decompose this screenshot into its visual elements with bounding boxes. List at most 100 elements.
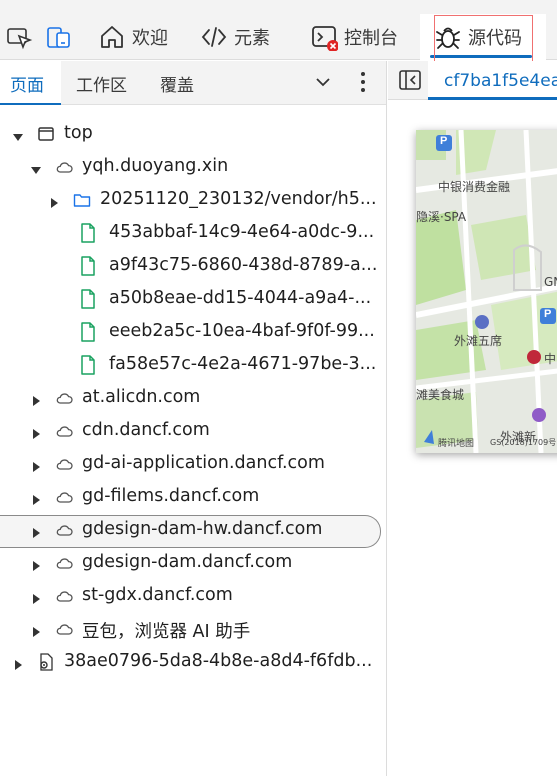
file-tree: top yqh.duoyang.xin 20251120_230132/vendor…	[0, 118, 386, 679]
folder-icon	[72, 190, 92, 210]
subtab-overrides[interactable]: 覆盖	[160, 61, 194, 105]
tree-item[interactable]: cdn.dancf.com	[0, 415, 386, 448]
tree-item-label: eeeb2a5c-10ea-4baf-9f0f-99...	[109, 321, 375, 341]
map-label: 中	[544, 352, 557, 366]
more-options-icon[interactable]	[353, 69, 373, 95]
expand-arrow-right-icon[interactable]	[30, 623, 42, 637]
tree-item[interactable]: 38ae0796-5da8-4b8e-a8d4-f6fdb...	[0, 646, 386, 679]
tree-item-label: gd-ai-application.dancf.com	[82, 453, 325, 473]
cloud-icon	[54, 520, 74, 540]
subtab-page-label: 页面	[10, 75, 44, 96]
cloud-icon	[54, 157, 74, 177]
tab-console[interactable]: 控制台	[310, 14, 398, 60]
tab-sources[interactable]: 源代码	[420, 14, 546, 60]
editor-tabs: cf7ba1f5e4ea	[388, 61, 557, 100]
tree-item-label: 20251120_230132/vendor/h5...	[100, 189, 377, 209]
chevron-down-icon[interactable]	[313, 72, 333, 92]
gear-file-icon	[36, 652, 56, 672]
expand-arrow-right-icon[interactable]	[30, 590, 42, 604]
file-icon	[78, 354, 98, 375]
map-attribution: 腾讯地图	[438, 439, 475, 449]
expand-arrow-right-icon[interactable]	[30, 524, 42, 538]
cloud-icon	[54, 586, 74, 606]
tree-item[interactable]: fa58e57c-4e2a-4671-97be-3...	[0, 349, 386, 382]
tree-item[interactable]: top	[0, 118, 386, 151]
tree-item-label: gd-filems.dancf.com	[82, 486, 260, 506]
code-brackets-icon	[200, 23, 228, 51]
tree-item[interactable]: gd-ai-application.dancf.com	[0, 448, 386, 481]
map-preview-image: P P 中银消费金融 隐溪·SPA GN 外滩五席 中 滩美食城 外滩新 腾讯地…	[416, 130, 557, 453]
subtab-workspace[interactable]: 工作区	[76, 61, 127, 105]
console-icon	[310, 23, 339, 52]
map-label: 外滩五席	[454, 334, 503, 348]
tree-item-label: fa58e57c-4e2a-4671-97be-3...	[109, 354, 377, 374]
tab-welcome-label: 欢迎	[132, 28, 168, 49]
expand-arrow-right-icon[interactable]	[12, 656, 24, 670]
map-label: 中银消费金融	[438, 180, 511, 194]
expand-arrow-right-icon[interactable]	[48, 194, 60, 208]
tree-item[interactable]: a50b8eae-dd15-4044-a9a4-...	[0, 283, 386, 316]
tree-item[interactable]: gdesign-dam.dancf.com	[0, 547, 386, 580]
tree-item-label: gdesign-dam-hw.dancf.com	[82, 519, 323, 539]
map-label: 滩美食城	[416, 388, 465, 402]
tree-item-label: 38ae0796-5da8-4b8e-a8d4-f6fdb...	[64, 651, 373, 671]
subtab-overrides-label: 覆盖	[160, 75, 194, 96]
editor-pane: cf7ba1f5e4ea P P 中银消费金融 隐溪·SPA G 外滩五席 中 …	[388, 61, 557, 776]
tab-elements-label: 元素	[234, 28, 270, 49]
parking-icon: P	[440, 135, 448, 147]
expand-arrow-down-icon[interactable]	[12, 128, 24, 141]
device-emulation-icon[interactable]	[44, 22, 74, 52]
tab-elements[interactable]: 元素	[200, 14, 270, 60]
home-icon	[98, 23, 126, 51]
parking-icon: P	[544, 308, 552, 320]
sources-navigator: 页面 工作区 覆盖 top yqh.duoyang.xin 20251120_230…	[0, 61, 387, 776]
expand-arrow-right-icon[interactable]	[30, 557, 42, 571]
cloud-icon	[54, 619, 74, 639]
frame-icon	[36, 124, 56, 144]
expand-arrow-right-icon[interactable]	[30, 392, 42, 406]
tree-item[interactable]: gd-filems.dancf.com	[0, 481, 386, 514]
subtab-workspace-label: 工作区	[76, 75, 127, 96]
devtools-toolbar: 欢迎 元素 控制台 源代码	[0, 14, 557, 60]
cloud-icon	[54, 388, 74, 408]
window-top-strip	[0, 0, 557, 14]
cloud-icon	[54, 454, 74, 474]
tree-item-label: cdn.dancf.com	[82, 420, 210, 440]
editor-file-tab[interactable]: cf7ba1f5e4ea	[428, 61, 557, 100]
toggle-navigator-icon[interactable]	[398, 69, 422, 91]
editor-file-tab-label: cf7ba1f5e4ea	[444, 70, 557, 91]
tree-item-label: 453abbaf-14c9-4e64-a0dc-9...	[109, 222, 375, 242]
file-icon	[78, 222, 98, 243]
expand-arrow-right-icon[interactable]	[30, 458, 42, 472]
tree-item[interactable]: 20251120_230132/vendor/h5...	[0, 184, 386, 217]
expand-arrow-right-icon[interactable]	[30, 491, 42, 505]
expand-arrow-down-icon[interactable]	[30, 161, 42, 174]
tree-item[interactable]: yqh.duoyang.xin	[0, 151, 386, 184]
tree-item-label: 豆包，浏览器 AI 助手	[82, 622, 251, 642]
tree-item-label: gdesign-dam.dancf.com	[82, 552, 293, 572]
cloud-icon	[54, 553, 74, 573]
tree-item[interactable]: 453abbaf-14c9-4e64-a0dc-9...	[0, 217, 386, 250]
tree-item[interactable]: st-gdx.dancf.com	[0, 580, 386, 613]
file-icon	[78, 255, 98, 276]
inspect-element-icon[interactable]	[4, 22, 34, 52]
tree-item-label: a50b8eae-dd15-4044-a9a4-...	[109, 288, 372, 308]
file-icon	[78, 321, 98, 342]
tree-item-label: yqh.duoyang.xin	[82, 156, 229, 176]
tab-sources-label: 源代码	[468, 28, 522, 49]
tree-item[interactable]: at.alicdn.com	[0, 382, 386, 415]
tree-item-label: a9f43c75-6860-438d-8789-a...	[109, 255, 378, 275]
subtab-page[interactable]: 页面	[0, 61, 61, 105]
map-attribution: GS(2018)1709号	[490, 438, 557, 447]
tab-console-label: 控制台	[344, 28, 398, 49]
tree-item[interactable]: eeeb2a5c-10ea-4baf-9f0f-99...	[0, 316, 386, 349]
cloud-icon	[54, 421, 74, 441]
cloud-icon	[54, 487, 74, 507]
tree-item-label: st-gdx.dancf.com	[82, 585, 233, 605]
tab-welcome[interactable]: 欢迎	[98, 14, 168, 60]
expand-arrow-right-icon[interactable]	[30, 425, 42, 439]
tree-item[interactable]: gdesign-dam-hw.dancf.com	[0, 514, 386, 548]
tree-item[interactable]: a9f43c75-6860-438d-8789-a...	[0, 250, 386, 283]
tree-item[interactable]: 豆包，浏览器 AI 助手	[0, 613, 386, 646]
file-icon	[78, 288, 98, 309]
